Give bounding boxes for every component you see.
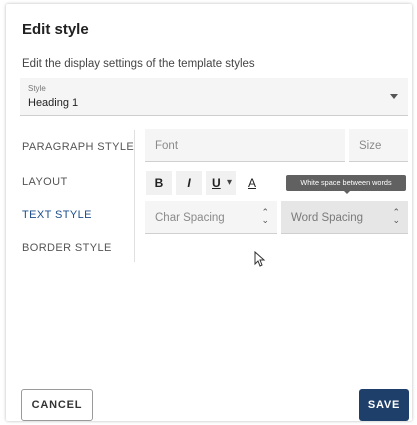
bold-button[interactable]: B (146, 171, 172, 195)
word-spacing-placeholder: Word Spacing (291, 212, 364, 224)
mouse-cursor-icon (254, 251, 266, 267)
italic-button[interactable]: I (176, 171, 202, 195)
font-placeholder: Font (155, 140, 179, 152)
font-input[interactable]: Font (145, 129, 345, 162)
underline-label: U (212, 176, 221, 190)
nav-item-text-style[interactable]: TEXT STYLE (22, 209, 92, 221)
nav-item-paragraph-style[interactable]: PARAGRAPH STYLE (22, 141, 134, 153)
save-button[interactable]: SAVE (359, 389, 409, 421)
dialog-title: Edit style (22, 21, 89, 38)
char-spacing-input[interactable]: Char Spacing ⌃ ⌄ (145, 201, 277, 234)
char-spacing-placeholder: Char Spacing (155, 212, 225, 224)
word-spacing-tooltip: White space between words (286, 175, 406, 194)
char-spacing-spinner-icon[interactable]: ⌃ ⌄ (261, 208, 269, 225)
style-select-label: Style (28, 84, 46, 93)
dropdown-arrow-icon[interactable] (390, 94, 398, 99)
style-select-value: Heading 1 (28, 97, 79, 109)
font-color-button[interactable]: A (240, 171, 264, 195)
cancel-button[interactable]: CANCEL (21, 389, 93, 421)
dialog-subtitle: Edit the display settings of the templat… (22, 58, 255, 70)
underline-dropdown-icon[interactable]: ▾ (227, 177, 232, 188)
nav-divider (134, 130, 135, 262)
nav-item-border-style[interactable]: BORDER STYLE (22, 242, 112, 254)
size-placeholder: Size (359, 140, 382, 152)
word-spacing-input[interactable]: Word Spacing ⌃ ⌄ (281, 201, 408, 234)
word-spacing-spinner-icon[interactable]: ⌃ ⌄ (392, 208, 400, 225)
size-input[interactable]: Size (349, 129, 408, 162)
nav-item-layout[interactable]: LAYOUT (22, 176, 68, 188)
style-select[interactable]: Style Heading 1 (20, 78, 408, 116)
